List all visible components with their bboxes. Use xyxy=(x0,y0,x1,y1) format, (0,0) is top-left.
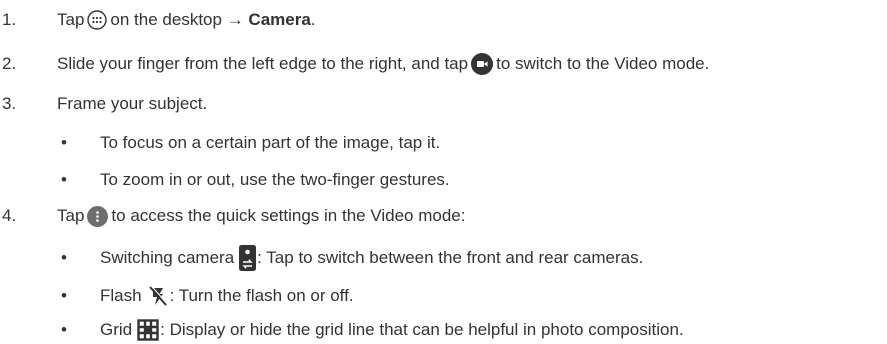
step-text: Frame your subject. xyxy=(57,94,208,113)
step-number: 1. xyxy=(2,10,17,29)
bullet-marker: • xyxy=(61,320,67,339)
step-number: 3. xyxy=(2,94,17,113)
step-text: Tap xyxy=(57,206,85,225)
bullet-text: Grid xyxy=(100,320,133,339)
step-text: to switch to the Video mode. xyxy=(496,54,710,73)
bullet-text: Flash xyxy=(100,286,142,305)
step-text: Tap xyxy=(57,10,85,29)
camera-label: Camera xyxy=(248,10,311,29)
more-icon xyxy=(87,205,109,227)
bullet-text: : Tap to switch between the front and re… xyxy=(257,248,644,267)
grid-icon xyxy=(137,319,159,341)
step-number: 2. xyxy=(2,54,17,73)
step-number: 4. xyxy=(2,206,17,225)
step-text: . xyxy=(310,10,316,29)
flash-off-icon xyxy=(147,285,169,307)
bullet-marker: • xyxy=(61,286,67,305)
bullet-marker: • xyxy=(61,133,67,152)
bullet-text: To focus on a certain part of the image,… xyxy=(100,133,441,152)
bullet-marker: • xyxy=(61,248,67,267)
bullet-text: : Turn the flash on or off. xyxy=(169,286,354,305)
step-text: Slide your finger from the left edge to … xyxy=(57,54,469,73)
bullet-marker: • xyxy=(61,170,67,189)
instruction-page: 1. Tap on the desktop → Camera. 2. Slide… xyxy=(0,0,887,344)
bullet-text: : Display or hide the grid line that can… xyxy=(160,320,684,339)
step-text: on the desktop xyxy=(110,10,222,29)
switch-camera-icon xyxy=(239,245,257,271)
bullet-text: Switching camera xyxy=(100,248,235,267)
arrow-icon: → xyxy=(226,10,244,29)
apps-icon xyxy=(87,10,108,30)
step-text: to access the quick settings in the Vide… xyxy=(111,206,466,225)
bullet-text: To zoom in or out, use the two-finger ge… xyxy=(100,170,450,189)
video-mode-icon xyxy=(471,53,494,75)
